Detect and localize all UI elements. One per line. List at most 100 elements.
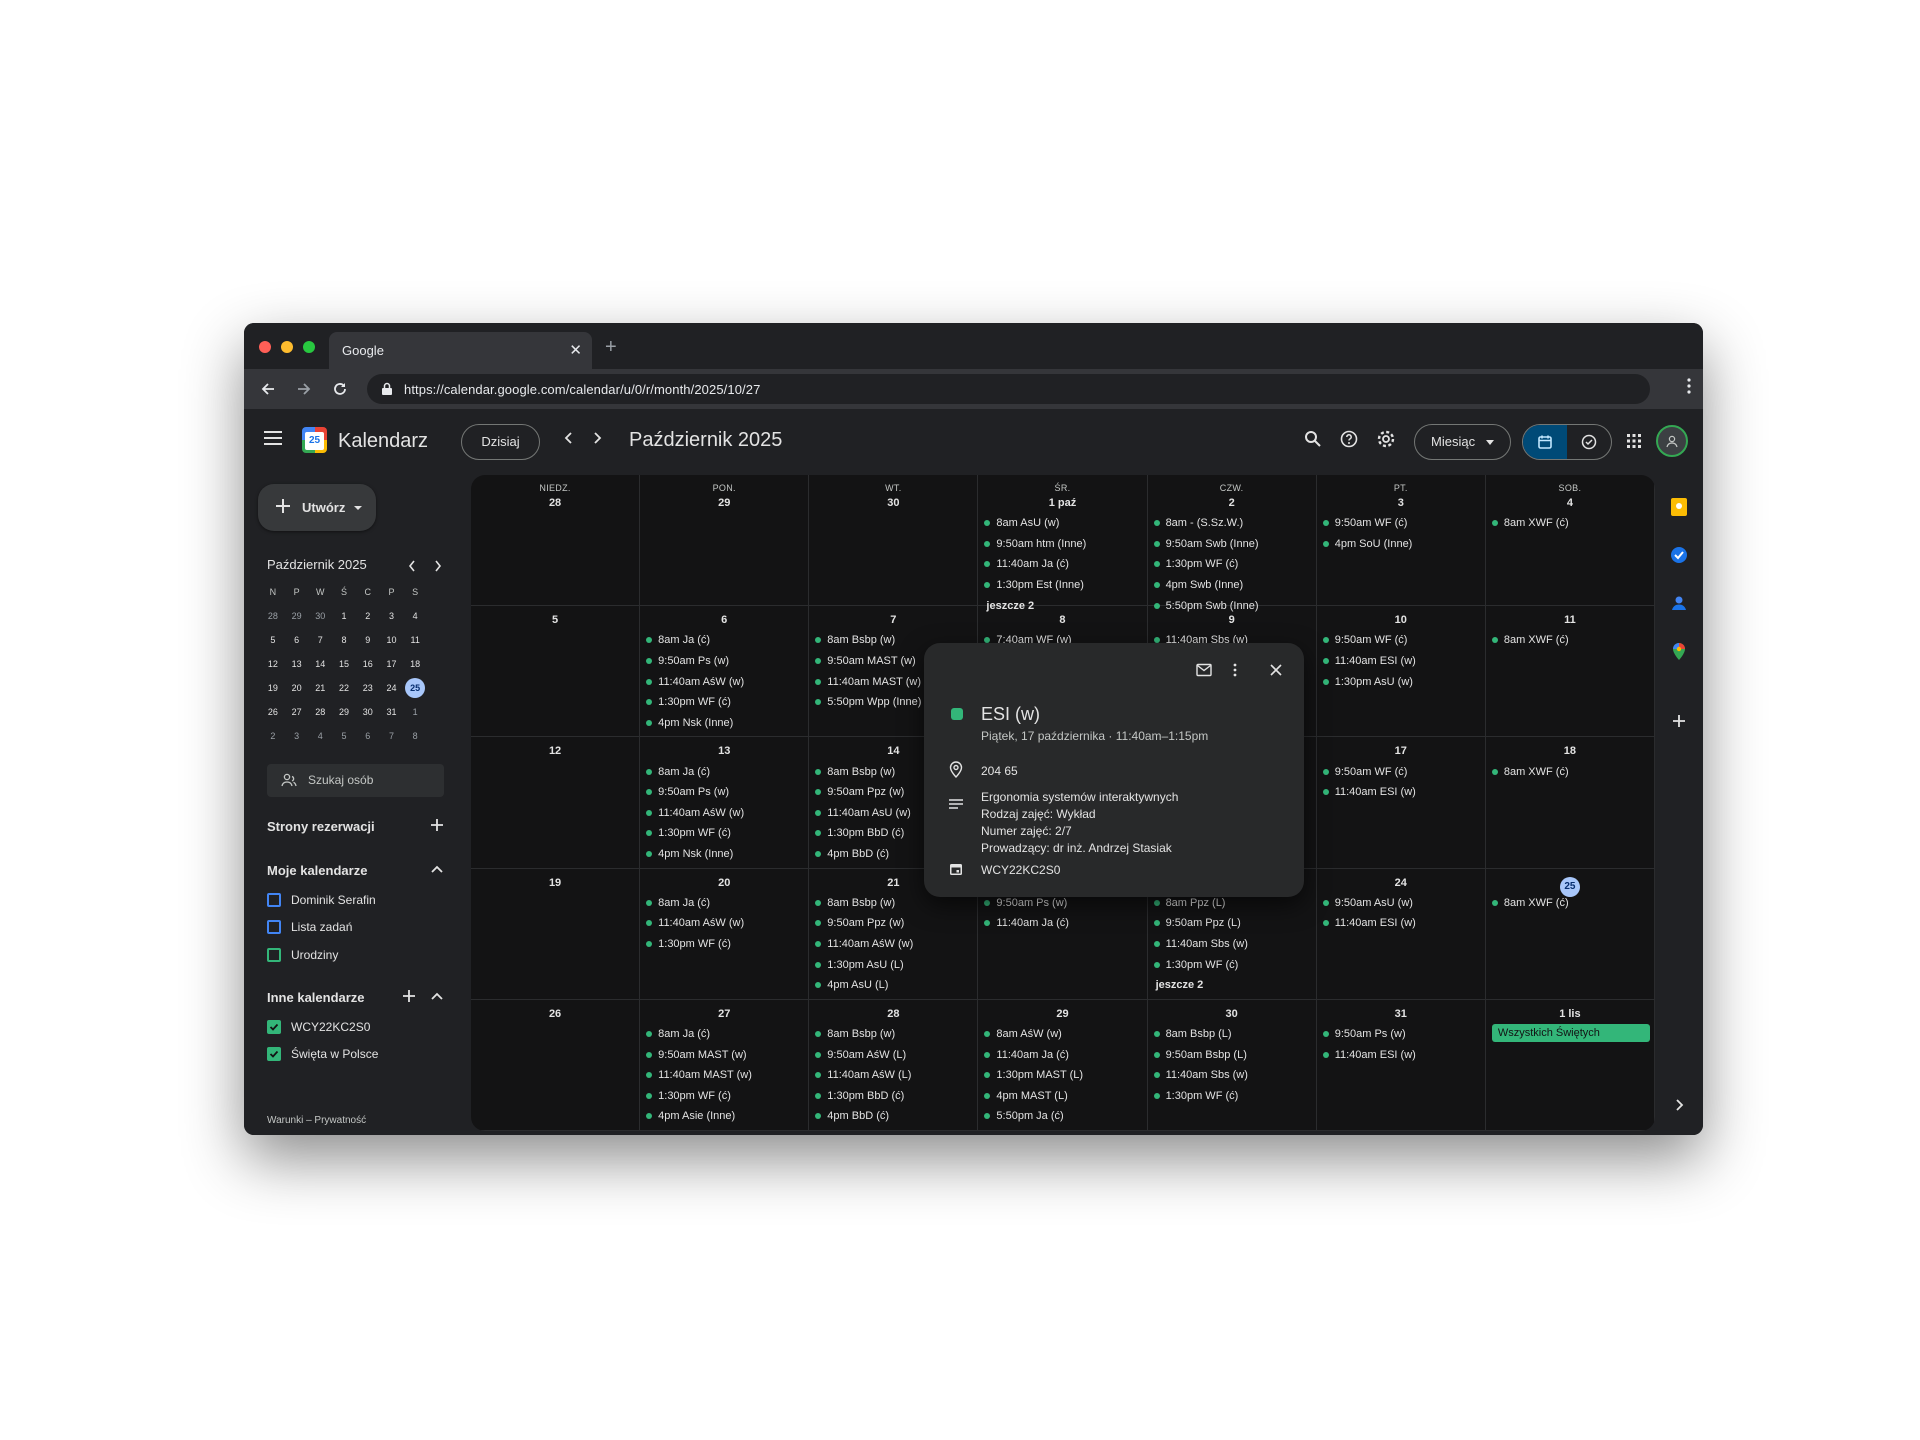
day-cell[interactable]: 1 lis Wszystkich Świętych xyxy=(1485,999,1655,1131)
mini-day[interactable]: 20 xyxy=(285,683,309,693)
day-number[interactable]: 19 xyxy=(471,877,639,889)
day-cell[interactable]: 31 9:50am Ps (w) 11:40am ESI (w) xyxy=(1316,999,1486,1131)
day-number[interactable]: 3 xyxy=(1317,497,1485,509)
event-chip[interactable]: 11:40am Sbs (w) xyxy=(1153,1065,1312,1086)
mini-day[interactable]: 1 xyxy=(332,611,356,621)
day-cell[interactable]: 29 8am AśW (w) 11:40am Ja (ć) 1:30pm MAST (… xyxy=(978,999,1148,1131)
add-addon-icon[interactable] xyxy=(1669,711,1689,731)
day-cell[interactable]: 5 xyxy=(471,606,641,738)
event-chip[interactable]: 11:40am AśW (w) xyxy=(815,934,973,955)
day-cell[interactable]: 24 9:50am AsU (w) 11:40am ESI (w) xyxy=(1316,868,1486,1000)
day-number[interactable]: 13 xyxy=(640,745,808,757)
event-chip[interactable]: 4pm Swb (Inne) xyxy=(1153,575,1312,596)
mini-day[interactable]: 2 xyxy=(261,731,285,741)
event-chip[interactable]: 8am Bsbp (L) xyxy=(1153,1024,1312,1045)
event-chip[interactable]: 8am Ja (ć) xyxy=(646,761,804,782)
event-chip[interactable]: 8am XWF (ć) xyxy=(1491,630,1650,651)
event-chip[interactable]: 1:30pm AsU (L) xyxy=(815,954,973,975)
new-tab-icon[interactable]: + xyxy=(605,336,617,359)
mini-day[interactable]: 21 xyxy=(308,683,332,693)
mini-day[interactable]: 16 xyxy=(356,659,380,669)
help-icon[interactable] xyxy=(1340,430,1358,448)
maximize-window-button[interactable] xyxy=(303,341,315,353)
more-options-icon[interactable] xyxy=(1233,663,1237,677)
event-chip[interactable]: 9:50am MAST (w) xyxy=(646,1044,804,1065)
mini-day[interactable]: 8 xyxy=(403,731,427,741)
main-menu-icon[interactable] xyxy=(264,431,282,445)
apps-grid-icon[interactable] xyxy=(1626,433,1642,449)
event-chip[interactable]: 8am XWF (ć) xyxy=(1491,893,1650,914)
day-cell[interactable]: PON. 29 xyxy=(640,475,810,607)
forward-icon[interactable] xyxy=(292,377,316,401)
event-chip[interactable]: 9:50am Ps (w) xyxy=(646,651,804,672)
day-number[interactable]: 1 paź xyxy=(978,497,1146,509)
mini-day[interactable]: 9 xyxy=(356,635,380,645)
mini-day[interactable]: 3 xyxy=(380,611,404,621)
calendar-checkbox[interactable] xyxy=(267,948,281,962)
day-number[interactable]: 18 xyxy=(1486,745,1654,757)
event-chip[interactable]: 1:30pm WF (ć) xyxy=(646,823,804,844)
day-cell[interactable]: 20 8am Ja (ć) 11:40am AśW (w) 1:30pm WF (ć) xyxy=(640,868,810,1000)
previous-month-icon[interactable] xyxy=(564,431,574,445)
mini-day[interactable]: 5 xyxy=(332,731,356,741)
day-number[interactable]: 6 xyxy=(640,614,808,626)
event-chip[interactable]: 1:30pm Est (Inne) xyxy=(984,575,1142,596)
day-number[interactable]: 30 xyxy=(1148,1008,1316,1020)
mini-day[interactable]: 22 xyxy=(332,683,356,693)
event-chip[interactable]: 11:40am AśW (w) xyxy=(646,671,804,692)
calendar-item-swieta-w-polsce[interactable]: Święta w Polsce xyxy=(267,1044,378,1064)
calendar-item-wcy22kc2s0[interactable]: WCY22KC2S0 xyxy=(267,1017,370,1037)
day-cell[interactable]: 27 8am Ja (ć) 9:50am MAST (w) 11:40am MAST … xyxy=(640,999,810,1131)
reload-icon[interactable] xyxy=(328,377,352,401)
contacts-icon[interactable] xyxy=(1669,593,1689,613)
keep-icon[interactable] xyxy=(1669,497,1689,517)
event-chip[interactable]: 4pm MAST (L) xyxy=(984,1086,1142,1107)
add-booking-page-icon[interactable] xyxy=(430,818,444,832)
mini-day[interactable]: 30 xyxy=(308,611,332,621)
browser-tab[interactable]: Google ✕ xyxy=(329,332,592,369)
calendar-item-lista-zadan[interactable]: Lista zadań xyxy=(267,917,352,937)
search-icon[interactable] xyxy=(1304,430,1322,448)
calendar-checkbox-checked[interactable] xyxy=(267,1047,281,1061)
calendar-item-dominik-serafin[interactable]: Dominik Serafin xyxy=(267,890,376,910)
event-chip[interactable]: 1:30pm WF (ć) xyxy=(1153,1086,1312,1107)
event-chip[interactable]: 8am Bsbp (w) xyxy=(815,1024,973,1045)
event-chip[interactable]: 9:50am Ppz (w) xyxy=(815,913,973,934)
mini-day[interactable]: 30 xyxy=(356,707,380,717)
day-number[interactable]: 5 xyxy=(471,614,639,626)
more-events-link[interactable]: jeszcze 2 xyxy=(1154,975,1312,996)
tab-close-icon[interactable]: ✕ xyxy=(569,341,582,359)
day-cell[interactable]: 11 8am XWF (ć) xyxy=(1485,606,1655,738)
day-number[interactable]: 20 xyxy=(640,877,808,889)
event-chip[interactable]: 11:40am ESI (w) xyxy=(1322,1044,1481,1065)
event-chip[interactable]: 8am AśW (w) xyxy=(984,1024,1142,1045)
event-chip[interactable]: 11:40am Ja (ć) xyxy=(984,913,1142,934)
day-number[interactable]: 31 xyxy=(1317,1008,1485,1020)
event-chip[interactable]: 9:50am Bsbp (L) xyxy=(1153,1044,1312,1065)
close-icon[interactable] xyxy=(1270,664,1282,676)
event-chip[interactable]: 8am Ja (ć) xyxy=(646,893,804,914)
event-chip[interactable]: 8am XWF (ć) xyxy=(1491,761,1650,782)
event-chip[interactable]: 11:40am ESI (w) xyxy=(1322,782,1481,803)
mini-day[interactable]: 4 xyxy=(308,731,332,741)
event-chip[interactable]: 9:50am htm (Inne) xyxy=(984,534,1142,555)
mini-day[interactable]: 1 xyxy=(403,707,427,717)
close-window-button[interactable] xyxy=(259,341,271,353)
account-avatar[interactable] xyxy=(1656,425,1688,457)
mini-day[interactable]: 7 xyxy=(380,731,404,741)
mini-day-today[interactable]: 25 xyxy=(403,678,427,698)
mini-day[interactable]: 29 xyxy=(332,707,356,717)
event-chip[interactable]: 11:40am AśW (L) xyxy=(815,1065,973,1086)
event-chip[interactable]: 8am - (S.Sz.W.) xyxy=(1153,513,1312,534)
mini-previous-icon[interactable] xyxy=(408,560,416,572)
event-chip[interactable]: 9:50am Swb (Inne) xyxy=(1153,534,1312,555)
day-cell[interactable]: WT. 30 xyxy=(809,475,979,607)
day-cell[interactable]: 30 8am Bsbp (L) 9:50am Bsbp (L) 11:40am Sbs… xyxy=(1147,999,1317,1131)
event-chip[interactable]: 9:50am WF (ć) xyxy=(1322,513,1481,534)
event-chip[interactable]: 1:30pm BbD (ć) xyxy=(815,1086,973,1107)
mini-day[interactable]: 15 xyxy=(332,659,356,669)
event-chip[interactable]: 11:40am Ja (ć) xyxy=(984,1044,1142,1065)
all-day-event[interactable]: Wszystkich Świętych xyxy=(1491,1023,1650,1042)
mini-day[interactable]: 31 xyxy=(380,707,404,717)
day-cell[interactable]: 12 xyxy=(471,737,641,869)
